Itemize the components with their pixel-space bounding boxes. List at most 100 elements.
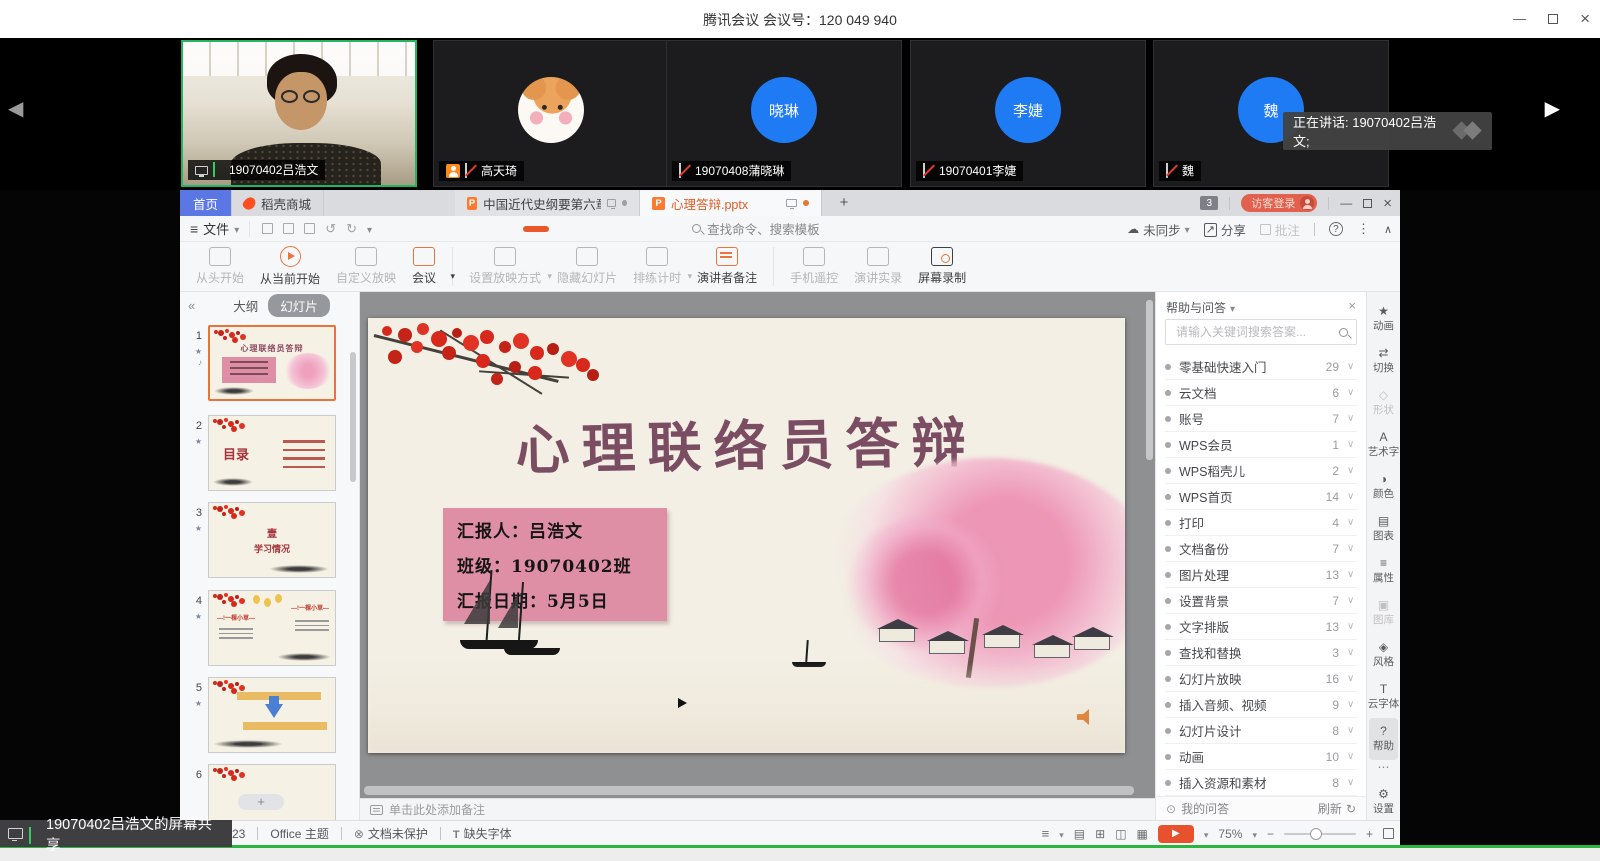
chevron-down-icon[interactable] xyxy=(1252,827,1257,841)
slide-thumbnail-1-selected[interactable]: 心理联络员答辩 xyxy=(208,325,336,401)
ribbon-button[interactable]: 手机遥控 xyxy=(782,247,846,286)
refresh-button[interactable]: 刷新 xyxy=(1318,800,1356,817)
ribbon-tab[interactable] xyxy=(498,226,516,232)
ribbon-tab[interactable] xyxy=(606,226,624,232)
help-topic-row[interactable]: 账号 7 xyxy=(1165,406,1357,432)
comment-button[interactable]: 批注 xyxy=(1260,220,1300,239)
chevron-down-icon[interactable] xyxy=(367,221,372,236)
sync-status-button[interactable]: 未同步 xyxy=(1127,220,1190,239)
protect-status[interactable]: 文档未保护 xyxy=(354,825,428,842)
reading-view-icon[interactable] xyxy=(1115,827,1126,841)
add-slide-button[interactable] xyxy=(238,794,284,810)
rail-tool-button[interactable]: 颜色 xyxy=(1367,466,1400,508)
ribbon-button[interactable]: 自定义放映 xyxy=(328,247,404,286)
slide-thumbnail-2[interactable]: 目录 xyxy=(208,415,336,491)
tab-docer-store[interactable]: 稻壳商城 xyxy=(232,190,324,216)
wps-restore-icon[interactable] xyxy=(1363,199,1372,208)
grid-view-icon[interactable] xyxy=(1137,827,1148,841)
more-menu-icon[interactable] xyxy=(1357,221,1370,237)
projection-icon[interactable] xyxy=(786,199,797,207)
zoom-slider[interactable] xyxy=(1284,833,1356,835)
help-topic-row[interactable]: WPS稻壳儿 2 xyxy=(1165,458,1357,484)
wps-close-icon[interactable] xyxy=(1383,195,1392,212)
screen-share-banner[interactable]: 19070402吕浩文的屏幕共享 xyxy=(0,820,232,847)
rail-tool-button[interactable]: 形状 xyxy=(1367,382,1400,424)
rail-tool-button[interactable]: 云字体 xyxy=(1367,676,1400,718)
video-tile[interactable]: 晓琳 19070408蒲晓琳 xyxy=(666,40,902,187)
ribbon-button[interactable]: 从头开始 xyxy=(188,247,252,286)
collapse-panel-icon[interactable] xyxy=(188,298,195,313)
video-tile-speaker[interactable]: 19070402吕浩文 xyxy=(181,40,417,187)
rail-tool-button[interactable]: 图库 xyxy=(1367,592,1400,634)
zoom-out-button[interactable]: − xyxy=(1267,827,1274,841)
prev-page-arrow-icon[interactable] xyxy=(8,96,23,121)
ribbon-button[interactable]: 隐藏幻灯片 xyxy=(549,247,625,286)
rail-tool-button[interactable]: 切换 xyxy=(1367,340,1400,382)
help-close-icon[interactable] xyxy=(1348,298,1356,313)
ribbon-button[interactable]: 屏幕录制 xyxy=(910,247,974,286)
ribbon-tab[interactable] xyxy=(523,226,549,232)
collapse-ribbon-icon[interactable] xyxy=(1384,222,1392,236)
undo-icon[interactable] xyxy=(325,221,336,237)
file-menu[interactable]: 文件 xyxy=(180,219,249,238)
slide-sorter-icon[interactable] xyxy=(1095,827,1105,841)
ribbon-tab[interactable] xyxy=(631,226,649,232)
next-page-arrow-icon[interactable] xyxy=(1545,96,1560,121)
rail-tool-button[interactable]: 属性 xyxy=(1367,550,1400,592)
help-search-input[interactable] xyxy=(1174,324,1333,340)
ribbon-button[interactable]: 会议 xyxy=(404,247,453,286)
new-tab-button[interactable] xyxy=(835,194,853,212)
tab-document-2-active[interactable]: 心理答辩.pptx xyxy=(640,190,822,216)
ribbon-button[interactable]: 设置放映方式 xyxy=(461,247,549,286)
help-topic-row[interactable]: 动画 10 xyxy=(1165,744,1357,770)
help-topic-row[interactable]: 云文档 6 xyxy=(1165,380,1357,406)
slide-thumbnail-4[interactable]: —!一棵小草— —!一棵小草— xyxy=(208,590,336,666)
video-tile[interactable]: 李婕 19070401李婕 xyxy=(910,40,1146,187)
guest-login-button[interactable]: 访客登录 xyxy=(1241,194,1317,212)
command-search[interactable]: 查找命令、搜索模板 xyxy=(692,219,820,238)
rail-tool-button[interactable]: 动画 xyxy=(1367,298,1400,340)
close-icon[interactable] xyxy=(1580,9,1590,29)
notes-toggle-icon[interactable] xyxy=(1042,826,1050,841)
video-tile[interactable]: 高天琦 xyxy=(433,40,669,187)
redo-icon[interactable] xyxy=(346,221,357,237)
ribbon-button[interactable]: 演讲者备注 xyxy=(689,247,774,286)
play-slideshow-button[interactable] xyxy=(1158,825,1194,843)
help-panel-title[interactable]: 帮助与问答 xyxy=(1166,299,1235,316)
help-topic-row[interactable]: 幻灯片放映 16 xyxy=(1165,666,1357,692)
help-search-box[interactable] xyxy=(1165,319,1357,345)
normal-view-icon[interactable] xyxy=(1074,827,1085,841)
tab-dot-icon[interactable] xyxy=(622,200,627,206)
thumbnail-scrollbar[interactable] xyxy=(350,352,356,482)
help-topic-row[interactable]: 打印 4 xyxy=(1165,510,1357,536)
rail-tool-button[interactable]: 艺术字 xyxy=(1367,424,1400,466)
current-slide[interactable]: 心理联络员答辩 汇报人：吕浩文 班级：19070402班 汇报日期：5月5日 xyxy=(368,318,1125,753)
wps-minimize-icon[interactable] xyxy=(1340,196,1352,210)
more-icon[interactable] xyxy=(1367,760,1400,774)
slide-thumbnail-5[interactable] xyxy=(208,677,336,753)
ribbon-tab[interactable] xyxy=(656,226,674,232)
ribbon-tab[interactable] xyxy=(473,226,491,232)
ribbon-tab[interactable] xyxy=(398,226,416,232)
rail-tool-button[interactable]: 图表 xyxy=(1367,508,1400,550)
help-topic-row[interactable]: 插入资源和素材 8 xyxy=(1165,770,1357,796)
chevron-down-icon[interactable] xyxy=(1059,827,1064,841)
zoom-in-button[interactable]: + xyxy=(1366,827,1373,841)
help-topic-row[interactable]: 设置背景 7 xyxy=(1165,588,1357,614)
vertical-scrollbar[interactable] xyxy=(1146,300,1153,460)
ribbon-tab[interactable] xyxy=(423,226,441,232)
projection-icon[interactable] xyxy=(607,199,616,207)
notes-bar[interactable]: 单击此处添加备注 xyxy=(360,798,1155,820)
ribbon-button[interactable]: 演讲实录 xyxy=(846,247,910,286)
rail-tool-button[interactable]: 风格 xyxy=(1367,634,1400,676)
ribbon-tab[interactable] xyxy=(448,226,466,232)
ribbon-button[interactable]: 排练计时 xyxy=(625,247,689,286)
help-topic-row[interactable]: 幻灯片设计 8 xyxy=(1165,718,1357,744)
minimize-icon[interactable] xyxy=(1513,10,1526,28)
fullscreen-icon[interactable] xyxy=(1383,828,1394,839)
preview-icon[interactable] xyxy=(304,223,315,234)
zoom-level[interactable]: 75% xyxy=(1218,827,1242,841)
help-topic-row[interactable]: 插入音频、视频 9 xyxy=(1165,692,1357,718)
maximize-icon[interactable] xyxy=(1548,14,1558,24)
tab-document-1[interactable]: 中国近代史纲要第六章.pptx xyxy=(455,190,640,216)
